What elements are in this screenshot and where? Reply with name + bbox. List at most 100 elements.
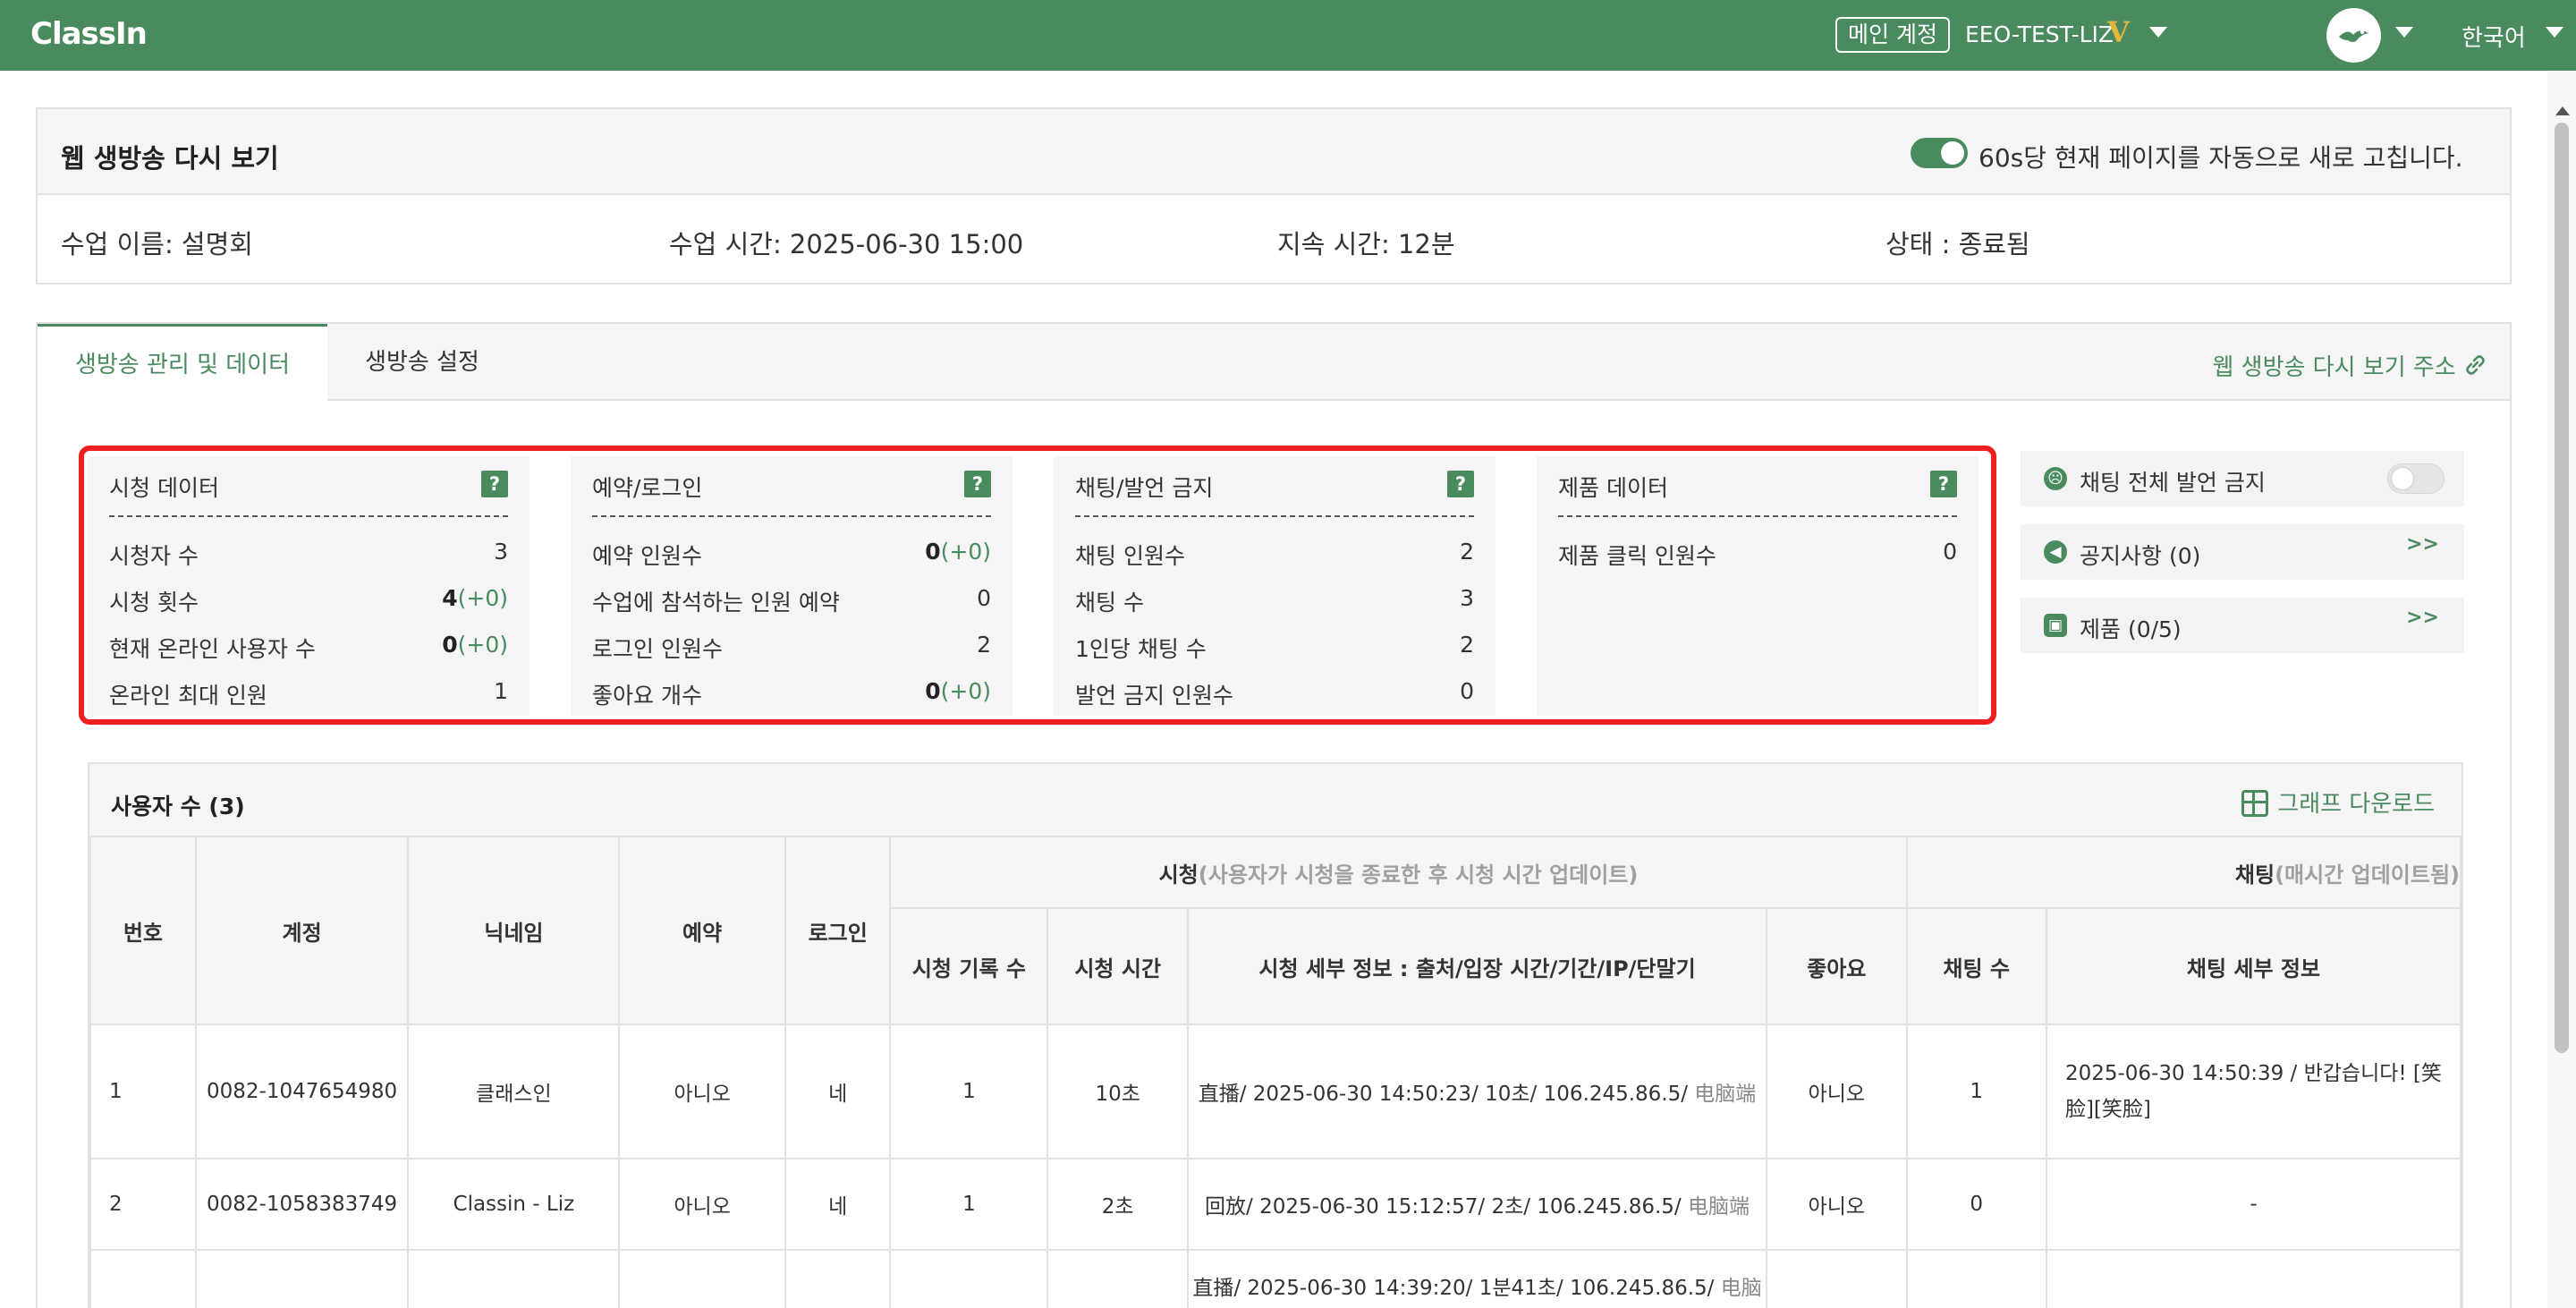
cell-nickname: 클래스인 bbox=[407, 1023, 621, 1159]
col-header-watch-time: 시청 시간 bbox=[1046, 907, 1190, 1025]
vertical-scrollbar[interactable] bbox=[2547, 71, 2576, 1308]
card-chat-mute: 채팅/발언 금지 ? 채팅 인원수 2 채팅 수 3 1인당 채팅 수 2 발언 금지… bbox=[1054, 456, 1496, 716]
link-icon bbox=[2466, 355, 2485, 375]
page-title: 웹 생방송 다시 보기 bbox=[61, 143, 279, 174]
stat-row: 시청 횟수 4(+0) bbox=[109, 585, 508, 617]
cell-watch-time: 10초 bbox=[1046, 1023, 1190, 1159]
account-chevron-down-icon[interactable] bbox=[2149, 27, 2167, 38]
stat-label: 현재 온라인 사용자 수 bbox=[109, 636, 316, 662]
cell-watch-detail: 直播/ 2025-06-30 14:39:20/ 1분41초/ 106.245.… bbox=[1187, 1249, 1768, 1308]
products-expand-button[interactable]: >> bbox=[2406, 607, 2439, 629]
divider bbox=[109, 515, 508, 517]
stat-number: 3 bbox=[1460, 585, 1474, 611]
chat-detail-line: 2025-06-30 14:50:39 / 반갑습니다! [笑 bbox=[2064, 1062, 2442, 1085]
col-header-login: 로그인 bbox=[784, 836, 892, 1025]
stat-number: 0 bbox=[442, 632, 458, 658]
stat-value: 4(+0) bbox=[442, 585, 508, 611]
stat-value: 2 bbox=[977, 632, 991, 658]
divider bbox=[1075, 515, 1474, 517]
top-bar: ClassIn 메인 계정 EEO-TEST-LIZ V 한국어 bbox=[0, 0, 2576, 71]
stat-label: 발언 금지 인원수 bbox=[1075, 683, 1233, 709]
detail-device: 电脑 bbox=[1714, 1277, 1762, 1300]
classin-logo[interactable]: ClassIn bbox=[30, 16, 148, 52]
card-title: 시청 데이터 bbox=[109, 475, 219, 501]
stat-number: 0 bbox=[925, 678, 941, 704]
col-header-watch-count: 시청 기록 수 bbox=[889, 907, 1049, 1025]
help-icon[interactable]: ? bbox=[1930, 471, 1957, 497]
class-status: 상태 : 종료됨 bbox=[1885, 229, 2030, 259]
cell-watch-count bbox=[889, 1249, 1049, 1308]
class-duration: 지속 시간: 12분 bbox=[1277, 229, 1455, 259]
cell-likes: 아니오 bbox=[1766, 1158, 1908, 1251]
col-header-no: 번호 bbox=[89, 836, 197, 1025]
cell-watch-count: 1 bbox=[889, 1023, 1049, 1159]
users-header: 사용자 수 (3) 그래프 다운로드 bbox=[89, 764, 2462, 836]
stat-value: 0 bbox=[1943, 539, 1957, 565]
stat-row: 온라인 최대 인원 1 bbox=[109, 678, 508, 710]
stat-delta: (+0) bbox=[457, 632, 508, 658]
stat-number: 0 bbox=[1943, 539, 1957, 565]
avatar-chevron-down-icon[interactable] bbox=[2395, 27, 2413, 38]
stat-label: 시청자 수 bbox=[109, 543, 199, 569]
notice-row[interactable]: ◀ 공지사항 (0) >> bbox=[2021, 524, 2464, 580]
card-product-data: 제품 데이터 ? 제품 클릭 인원수 0 bbox=[1537, 456, 1979, 716]
cell-account bbox=[194, 1249, 410, 1308]
scrollbar-thumb[interactable] bbox=[2555, 123, 2569, 1053]
mute-all-toggle[interactable] bbox=[2387, 463, 2445, 494]
stat-row: 현재 온라인 사용자 수 0(+0) bbox=[109, 632, 508, 664]
stat-number: 0 bbox=[1460, 678, 1474, 704]
help-icon[interactable]: ? bbox=[1447, 471, 1474, 497]
spreadsheet-download-icon bbox=[2241, 790, 2269, 817]
stat-row: 예약 인원수 0(+0) bbox=[592, 539, 991, 571]
stat-number: 2 bbox=[1460, 539, 1474, 565]
mute-face-icon: ☹ bbox=[2044, 467, 2067, 490]
products-row[interactable]: ▣ 제품 (0/5) >> bbox=[2021, 598, 2464, 653]
help-icon[interactable]: ? bbox=[964, 471, 991, 497]
stat-label: 로그인 인원수 bbox=[592, 636, 723, 662]
col-header-chat-detail: 채팅 세부 정보 bbox=[2045, 907, 2462, 1025]
help-icon[interactable]: ? bbox=[481, 471, 508, 497]
main-account-badge[interactable]: 메인 계정 bbox=[1835, 17, 1950, 53]
tab-live-settings[interactable]: 생방송 설정 bbox=[327, 324, 517, 401]
avatar[interactable] bbox=[2326, 8, 2381, 63]
stat-number: 3 bbox=[494, 539, 508, 565]
cell-reserve: 아니오 bbox=[618, 1023, 786, 1159]
stat-row: 1인당 채팅 수 2 bbox=[1075, 632, 1474, 664]
stat-number: 1 bbox=[494, 678, 508, 704]
main-panel: 생방송 관리 및 데이터 생방송 설정 웹 생방송 다시 보기 주소 시청 데이… bbox=[36, 322, 2512, 1308]
cell-account: 0082-1058383749 bbox=[194, 1158, 410, 1251]
stat-value: 0 bbox=[977, 585, 991, 611]
class-info-bar: 수업 이름: 설명회 수업 시간: 2025-06-30 15:00 지속 시간… bbox=[36, 195, 2512, 285]
col-header-watch-detail: 시청 세부 정보 : 출처/입장 시간/기간/IP/단말기 bbox=[1187, 907, 1768, 1025]
cell-chat-detail: - bbox=[2045, 1158, 2462, 1251]
stat-label: 시청 횟수 bbox=[109, 590, 199, 616]
tab-bar: 생방송 관리 및 데이터 생방송 설정 웹 생방송 다시 보기 주소 bbox=[38, 324, 2510, 403]
language-chevron-down-icon[interactable] bbox=[2546, 27, 2563, 38]
stat-label: 1인당 채팅 수 bbox=[1075, 636, 1207, 662]
mute-all-chat-row: ☹ 채팅 전체 발언 금지 bbox=[2021, 451, 2464, 506]
replay-address-link[interactable]: 웹 생방송 다시 보기 주소 bbox=[2212, 349, 2487, 382]
notice-expand-button[interactable]: >> bbox=[2406, 533, 2439, 556]
stat-delta: (+0) bbox=[940, 539, 991, 565]
avatar-bird-icon bbox=[2339, 30, 2368, 42]
col-group-chat: 채팅(매시간 업데이트됨) bbox=[1905, 836, 2462, 909]
stat-value: 0(+0) bbox=[925, 539, 991, 565]
language-selector[interactable]: 한국어 bbox=[2462, 20, 2526, 53]
stat-delta: (+0) bbox=[457, 585, 508, 611]
scroll-up-arrow-icon[interactable] bbox=[2555, 106, 2570, 115]
cell-no: 2 bbox=[89, 1158, 197, 1251]
mute-all-label: 채팅 전체 발언 금지 bbox=[2080, 470, 2266, 496]
stat-label: 채팅 인원수 bbox=[1075, 543, 1185, 569]
auto-refresh-toggle[interactable] bbox=[1911, 138, 1968, 168]
tab-live-management[interactable]: 생방송 관리 및 데이터 bbox=[38, 324, 327, 403]
cell-watch-detail: 直播/ 2025-06-30 14:50:23/ 10초/ 106.245.86… bbox=[1187, 1023, 1768, 1159]
username[interactable]: EEO-TEST-LIZ bbox=[1965, 21, 2114, 47]
download-chart-button[interactable]: 그래프 다운로드 bbox=[2241, 786, 2435, 819]
stat-value: 0(+0) bbox=[442, 632, 508, 658]
download-label: 그래프 다운로드 bbox=[2277, 791, 2435, 818]
col-header-reserve: 예약 bbox=[618, 836, 786, 1025]
table-row: 2 0082-1058383749 Classin - Liz 아니오 네 1 … bbox=[89, 1158, 2462, 1251]
cell-likes: 아니오 bbox=[1766, 1023, 1908, 1159]
stat-value: 2 bbox=[1460, 539, 1474, 565]
users-table: 번호 계정 닉네임 예약 로그인 시청(사용자가 시청을 종료한 후 시청 시간… bbox=[89, 836, 2462, 1308]
